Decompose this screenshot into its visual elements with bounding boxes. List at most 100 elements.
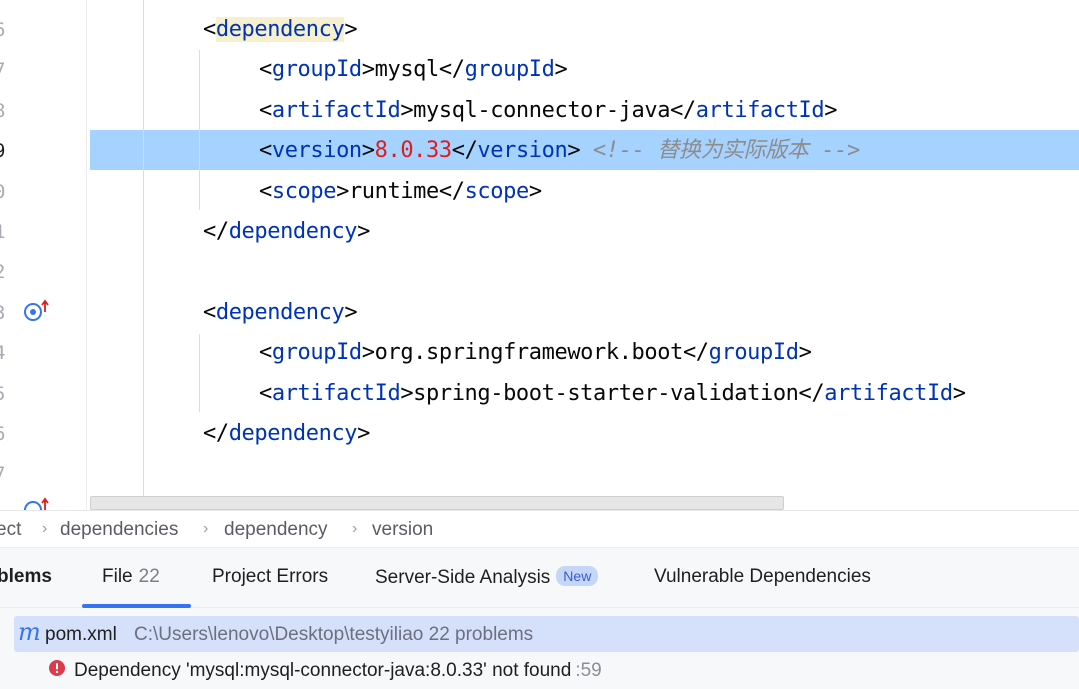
xml-bracket: </ (203, 219, 229, 244)
xml-tag-name: scope (464, 178, 530, 204)
code-editor[interactable]: 678901234567 <dependency><groupId>mysql<… (0, 0, 1079, 510)
breadcrumb: ect › dependencies › dependency › versio… (0, 510, 1079, 548)
tab-server-side-analysis[interactable]: Server-Side Analysis New (375, 566, 599, 589)
tab-vulnerable-label: Vulnerable Dependencies (654, 566, 871, 587)
code-line[interactable]: <groupId>mysql</groupId> (259, 50, 568, 90)
xml-text: spring-boot-starter-validation (413, 380, 799, 406)
xml-tag-name: groupId (271, 340, 362, 366)
implemented-up-icon[interactable] (22, 298, 52, 324)
error-text: Dependency 'mysql:mysql-connector-java:8… (74, 660, 572, 681)
line-number: 7 (0, 50, 18, 90)
xml-tag-name: dependency (215, 299, 345, 325)
xml-bracket: > (361, 57, 375, 83)
xml-bracket: > (361, 340, 375, 366)
xml-tag-name: artifactId (695, 97, 825, 123)
code-line[interactable]: </dependency> (203, 414, 370, 454)
problems-list: m pom.xml C:\Users\lenovo\Desktop\testyi… (0, 608, 1079, 689)
xml-bracket: </ (438, 178, 465, 204)
tab-file[interactable]: File 22 (102, 566, 160, 588)
horizontal-scrollbar[interactable] (90, 496, 784, 510)
xml-bracket: < (259, 97, 272, 123)
line-number: 2 (0, 252, 18, 292)
problems-tab-bar: blems File 22 Project Errors Server-Side … (0, 548, 1079, 608)
xml-bracket: </ (203, 421, 229, 446)
problem-count: 22 problems (428, 624, 534, 645)
breadcrumb-item-project[interactable]: ect (0, 519, 21, 541)
xml-bracket: > (357, 219, 371, 244)
code-line[interactable]: </dependency> (203, 212, 370, 252)
maven-file-icon: m (18, 618, 41, 646)
line-number: 3 (0, 293, 18, 333)
error-problem-row[interactable]: Dependency 'mysql:mysql-connector-java:8… (0, 652, 1079, 688)
breadcrumb-item-version[interactable]: version (372, 519, 433, 541)
xml-tag-name: dependency (228, 219, 358, 244)
xml-tag-name: groupId (271, 57, 362, 83)
code-line[interactable]: <artifactId>spring-boot-starter-validati… (259, 374, 966, 414)
xml-bracket: > (357, 421, 371, 446)
xml-bracket: > (344, 299, 358, 325)
implemented-up-icon-2[interactable] (22, 496, 52, 510)
xml-bracket: > (400, 97, 414, 123)
xml-bracket: < (203, 299, 216, 325)
error-message: Dependency 'mysql:mysql-connector-java:8… (74, 660, 602, 682)
xml-bracket: < (259, 178, 272, 204)
code-line[interactable]: <groupId>org.springframework.boot</group… (259, 333, 812, 373)
xml-bracket: </ (670, 97, 696, 123)
xml-tag-name: artifactId (271, 380, 401, 406)
code-line[interactable]: <dependency> (203, 293, 358, 333)
line-number: 0 (0, 172, 18, 212)
file-problem-row[interactable]: m pom.xml C:\Users\lenovo\Desktop\testyi… (14, 616, 1079, 652)
tab-project-errors[interactable]: Project Errors (212, 566, 328, 588)
version-value: 8.0.33 (374, 138, 452, 164)
tab-vulnerable-dependencies[interactable]: Vulnerable Dependencies (654, 566, 871, 588)
xml-bracket: > (798, 340, 812, 366)
file-path-and-count: C:\Users\lenovo\Desktop\testyiliao 22 pr… (134, 624, 533, 646)
new-badge: New (556, 566, 599, 586)
xml-tag-name: artifactId (271, 97, 401, 123)
problems-title: blems (0, 566, 52, 587)
line-number: 6 (0, 10, 18, 50)
file-path: C:\Users\lenovo\Desktop\testyiliao (134, 624, 424, 645)
line-number: 8 (0, 91, 18, 131)
line-number: 7 (0, 454, 18, 494)
indent-guide (199, 334, 200, 412)
breadcrumb-item-dependency[interactable]: dependency (224, 519, 328, 541)
xml-tag-name: scope (271, 178, 337, 204)
xml-bracket: < (259, 340, 272, 366)
code-line[interactable]: <scope>runtime</scope> (259, 172, 542, 212)
xml-text: mysql-connector-java (413, 97, 671, 123)
xml-bracket: > (344, 17, 358, 42)
xml-bracket: > (824, 97, 838, 123)
xml-tag-name: version (271, 138, 362, 164)
line-number: 5 (0, 374, 18, 414)
xml-bracket: > (952, 380, 966, 406)
tab-project-errors-label: Project Errors (212, 566, 329, 587)
error-line-number: :59 (575, 660, 602, 681)
line-number: 6 (0, 414, 18, 454)
xml-tag-name: groupId (708, 340, 799, 366)
xml-text: org.springframework.boot (374, 340, 684, 366)
xml-tag-name: dependency (215, 17, 345, 42)
xml-bracket: > (528, 178, 542, 204)
indent-guide (199, 50, 200, 210)
xml-bracket: > (336, 178, 349, 204)
line-gutter: 678901234567 (0, 0, 87, 510)
breadcrumb-item-dependencies[interactable]: dependencies (60, 519, 178, 541)
xml-text: mysql (374, 57, 440, 83)
xml-bracket: < (203, 17, 216, 42)
code-comment: <!-- 替换为实际版本 --> (580, 138, 860, 164)
xml-bracket: > (400, 380, 414, 406)
code-line[interactable]: <artifactId>mysql-connector-java</artifa… (259, 91, 837, 131)
xml-bracket: > (567, 138, 581, 164)
code-line[interactable]: <dependency> (203, 10, 358, 50)
breadcrumb-separator: › (42, 520, 48, 537)
xml-bracket: </ (438, 57, 465, 83)
xml-bracket: </ (451, 138, 478, 164)
xml-bracket: < (259, 57, 272, 83)
code-line[interactable]: <version>8.0.33</version> <!-- 替换为实际版本 -… (259, 131, 860, 171)
file-name: pom.xml (45, 624, 117, 645)
tab-file-count: 22 (138, 566, 160, 587)
line-number: 1 (0, 212, 18, 252)
xml-tag-name: groupId (464, 57, 555, 83)
xml-tag-name: version (477, 138, 568, 164)
